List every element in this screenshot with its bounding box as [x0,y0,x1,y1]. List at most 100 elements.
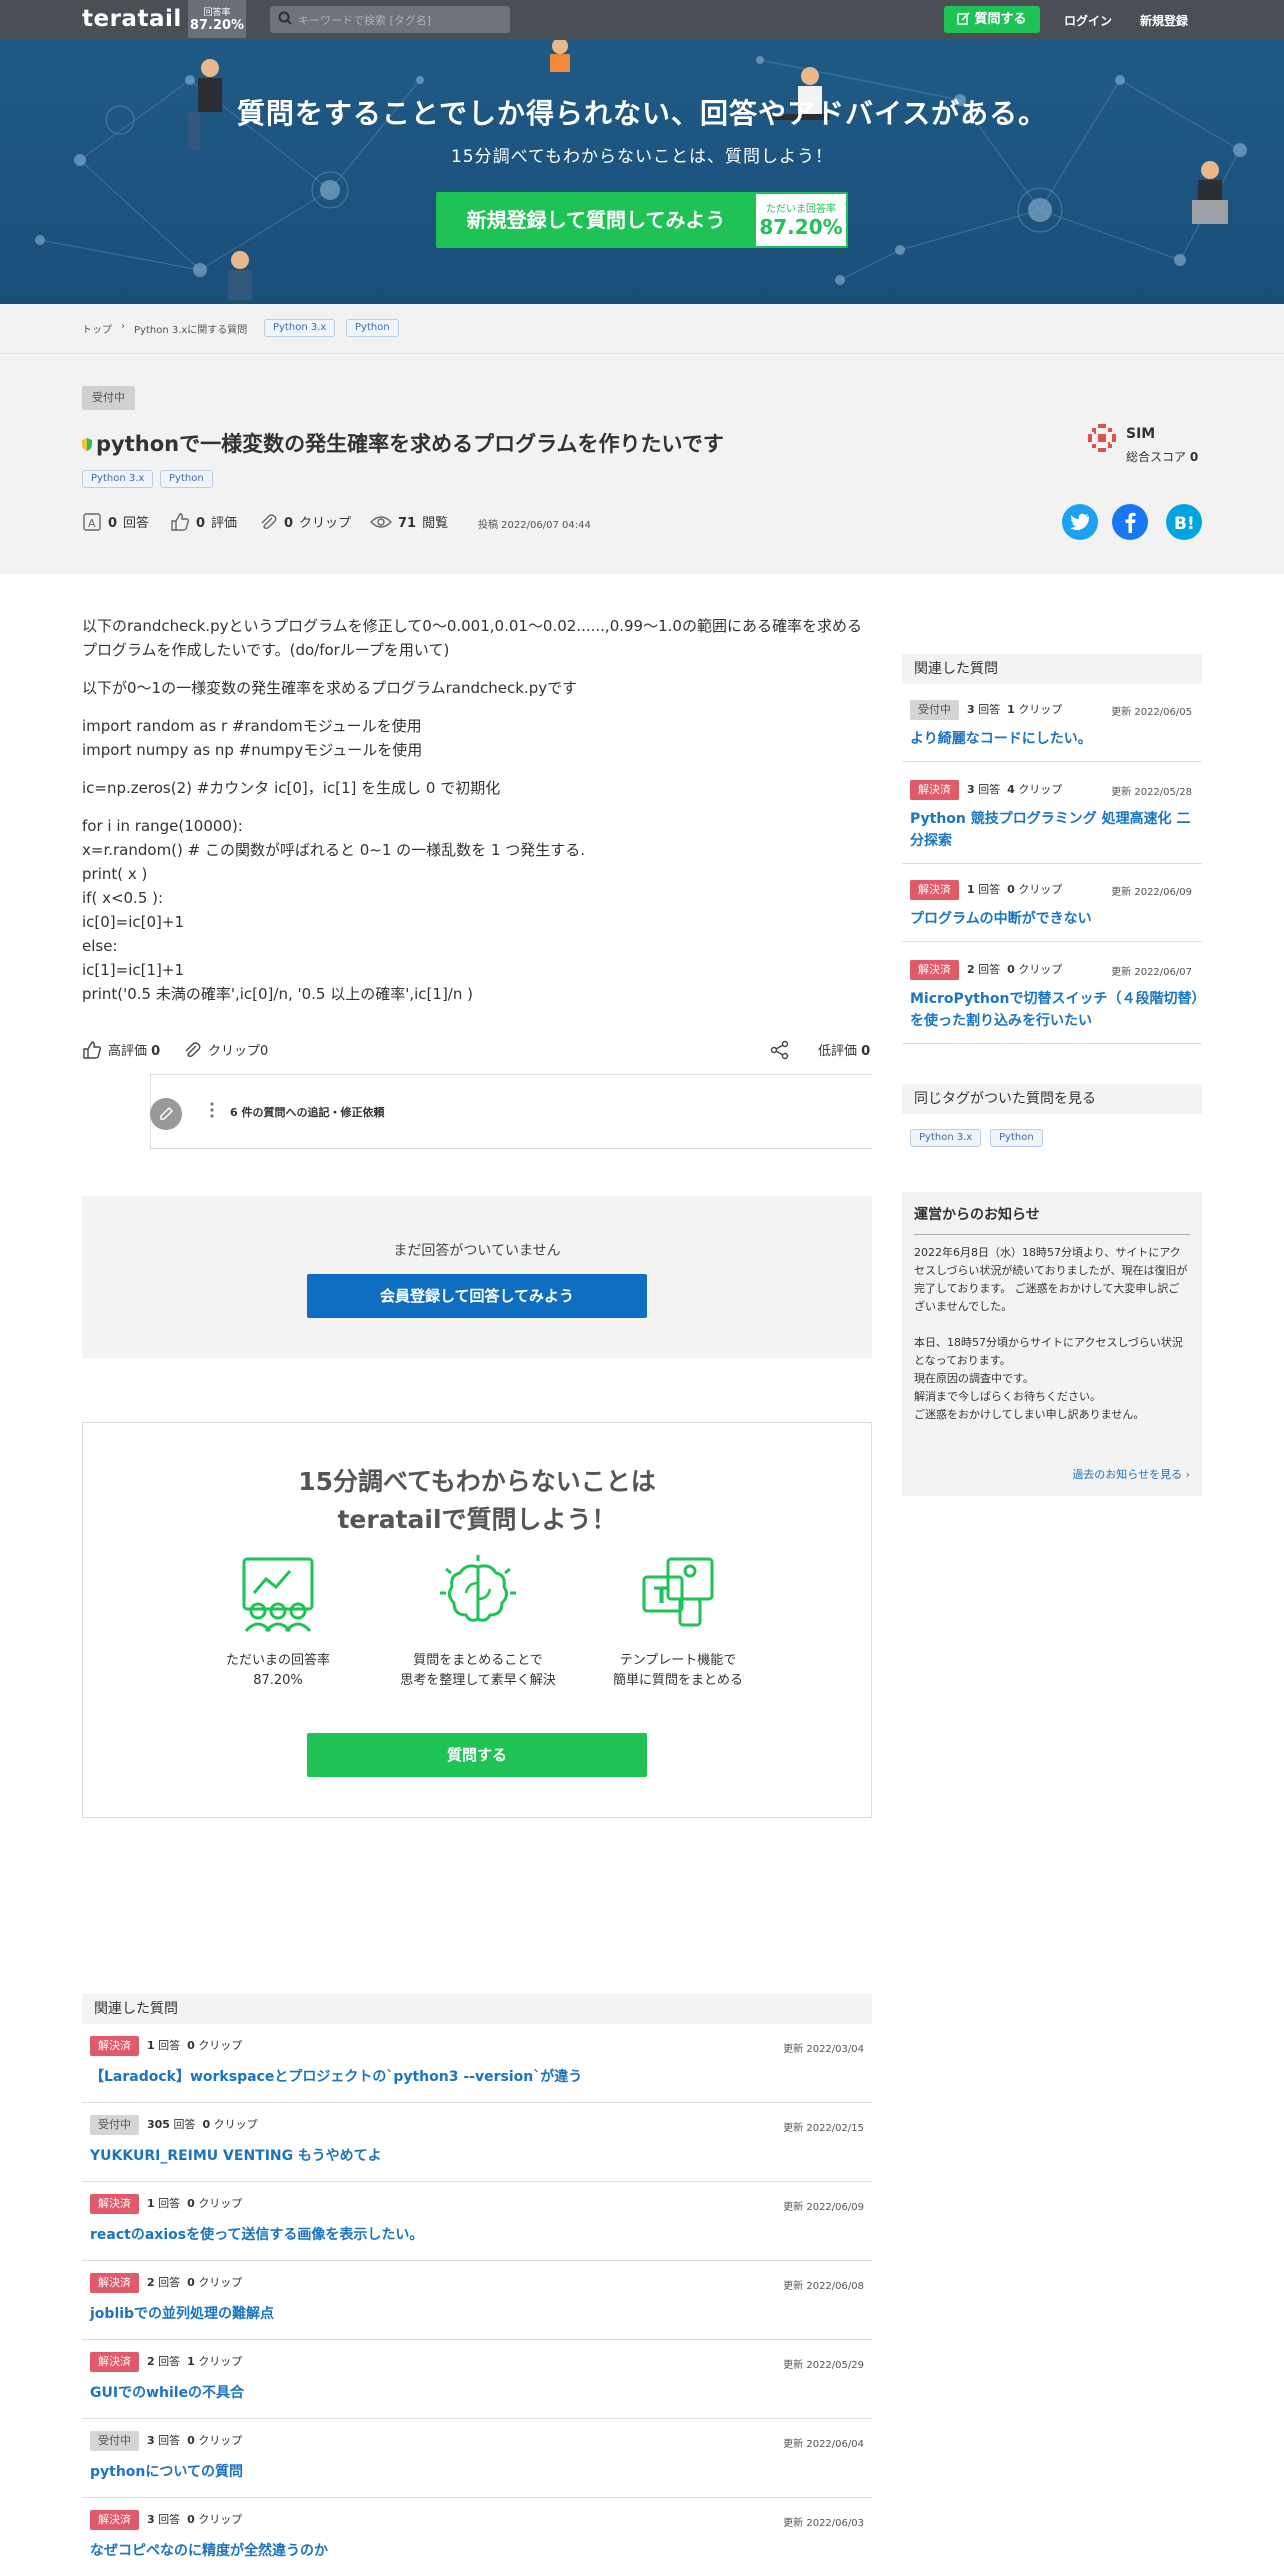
related-question[interactable]: 解決済 3 回答 4 クリップ 更新 2022/05/28 Python 競技プロ… [902,780,1202,864]
related-question[interactable]: 受付中 3 回答 1 クリップ 更新 2022/06/05 より綺麗なコードにした… [902,700,1202,762]
same-tag[interactable]: Python [990,1129,1043,1147]
status-badge: 受付中 [90,2431,139,2451]
login-link[interactable]: ログイン [1064,12,1112,29]
same-tag[interactable]: Python 3.x [910,1129,982,1147]
feature-caption: 質問をまとめることで [413,1653,543,1668]
hatena-share-button[interactable]: B! [1166,504,1202,540]
status-badge: 解決済 [910,880,959,900]
chevron-right-icon: › [1185,1468,1190,1481]
item-meta: 受付中 3 回答 0 クリップ [90,2431,242,2451]
related-question-title[interactable]: プログラムの中断ができない [910,908,1200,930]
clips-label: クリップ [1018,883,1063,896]
clips-count: 1 [1007,703,1015,716]
item-title[interactable]: reactのaxiosを使って送信する画像を表示したい。 [90,2224,423,2244]
breadcrumb-top[interactable]: トップ [82,321,112,336]
same-tag-heading[interactable]: 同じタグがついた質問を見る [902,1084,1202,1114]
share-button[interactable] [770,1040,796,1060]
notice-title: 運営からのお知らせ [914,1204,1190,1235]
status-badge: 受付中 [910,700,959,720]
breadcrumb-tag[interactable]: Python 3.x [264,319,336,337]
top-header: teratail 回答率 87.20% キーワードで検索 [タグ名] 質問する … [0,0,1284,40]
past-notices-link[interactable]: 過去のお知らせを見る › [1072,1466,1190,1482]
body-code: for i in range(10000): x=r.random() # この… [82,817,586,1003]
answers-label: 回答 [978,883,1001,896]
clips-count: 0 [1007,883,1015,896]
signup-link[interactable]: 新規登録 [1140,12,1188,29]
item-title[interactable]: 【Laradock】workspaceとプロジェクトの`python3 --ve… [90,2066,582,2086]
list-item[interactable]: 解決済 3 回答 0 クリップ 更新 2022/06/03 なぜコピペなのに精度が… [82,2498,872,2568]
item-title[interactable]: GUIでのwhileの不具合 [90,2382,244,2402]
item-title[interactable]: joblibでの並列処理の難解点 [90,2303,274,2323]
list-item[interactable]: 解決済 1 回答 0 クリップ 更新 2022/03/04 【Laradock】w… [82,2024,872,2103]
item-title[interactable]: pythonについての質問 [90,2461,243,2481]
item-title[interactable]: なぜコピペなのに精度が全然違うのか [90,2540,328,2560]
posted-date: 投稿 2022/06/07 04:44 [478,520,591,531]
related-question-title[interactable]: より綺麗なコードにしたい。 [910,728,1200,750]
views-stat: 71 閲覧 [370,512,448,532]
answers-count: 1 [967,883,975,896]
list-item[interactable]: 解決済 2 回答 1 クリップ 更新 2022/05/29 GUIでのwhileの… [82,2340,872,2419]
svg-text:A: A [88,517,96,530]
past-notices-label: 過去のお知らせを見る [1072,1468,1183,1481]
status-badge: 解決済 [910,780,959,800]
list-item[interactable]: 解決済 2 回答 0 クリップ 更新 2022/06/08 joblibでの並列処… [82,2261,872,2340]
list-item[interactable]: 解決済 1 回答 0 クリップ 更新 2022/06/09 reactのaxios… [82,2182,872,2261]
item-title[interactable]: YUKKURI_REIMU VENTING もうやめてよ [90,2145,382,2165]
teratail-logo[interactable]: teratail [82,6,182,32]
updated-date: 更新 2022/06/08 [783,2281,864,2292]
body-code: import random as r #randomモジュールを使用 impor… [82,717,423,759]
answers-label: 回答 [123,516,150,531]
answers-count: 0 [108,516,118,531]
related-meta: 解決済 3 回答 4 クリップ [910,780,1062,800]
question-tag[interactable]: Python [160,470,213,488]
related-question-title[interactable]: Python 競技プログラミング 処理高速化 二分探索 [910,808,1200,852]
updated-date: 更新 2022/05/29 [783,2360,864,2371]
shield-icon [82,438,92,451]
answer-signup-button[interactable]: 会員登録して回答してみよう [307,1274,647,1318]
answers-label: 回答 [158,2355,181,2368]
ask-question-button[interactable]: 質問する [944,6,1040,33]
paperclip-icon [261,514,277,530]
clips-label: クリップ [198,2276,243,2289]
avatar[interactable] [1086,422,1118,454]
hero-signup-button[interactable]: 新規登録して質問してみよう ただいま回答率 87.20% [436,192,848,248]
list-item[interactable]: 受付中 3 回答 0 クリップ 更新 2022/06/04 pythonについての… [82,2419,872,2498]
search-input[interactable]: キーワードで検索 [タグ名] [270,6,510,33]
low-rate-count: 0 [861,1044,871,1059]
high-rate-button[interactable]: 高評価 0 [82,1040,160,1060]
eye-icon [370,516,392,528]
hero-title: 質問をすることでしか得られない、回答やアドバイスがある。 [236,97,1048,130]
clips-label: クリップ [1018,783,1063,796]
more-icon[interactable] [210,1101,214,1119]
svg-text:B!: B! [1174,514,1195,534]
search-icon [278,11,292,25]
breadcrumb-category[interactable]: Python 3.xに関する質問 [134,321,247,336]
list-item[interactable]: 受付中 305 回答 0 クリップ 更新 2022/02/15 YUKKURI_R… [82,2103,872,2182]
clip-button[interactable]: クリップ0 [182,1040,268,1060]
answers-count: 1 [147,2039,155,2052]
related-question-title[interactable]: MicroPythonで切替スイッチ（４段階切替）を使った割り込みを行いたい [910,988,1200,1032]
breadcrumb-tag[interactable]: Python [346,319,399,337]
author-name[interactable]: SIM [1126,426,1155,442]
related-question[interactable]: 解決済 1 回答 0 クリップ 更新 2022/06/09 プログラムの中断ができ… [902,880,1202,942]
edit-request-link[interactable]: 6 件の質問への追記・修正依頼 [230,1104,384,1120]
answers-count: 305 [147,2118,170,2131]
clips-label: クリップ [198,2355,243,2368]
updated-date: 更新 2022/05/28 [1111,787,1192,798]
status-badge: 解決済 [90,2036,139,2056]
status-badge: 受付中 [82,386,135,410]
promo-ask-button[interactable]: 質問する [307,1733,647,1777]
question-tag[interactable]: Python 3.x [82,470,154,488]
facebook-share-button[interactable] [1112,504,1148,540]
edit-icon [957,12,971,25]
clips-count: 0 [202,2118,211,2131]
answers-label: 回答 [173,2118,196,2131]
low-rate-button[interactable]: 低評価 0 [818,1040,870,1059]
status-badge: 解決済 [90,2273,139,2293]
related-question[interactable]: 解決済 2 回答 0 クリップ 更新 2022/06/07 MicroPython… [902,960,1202,1044]
twitter-share-button[interactable] [1062,504,1098,540]
clips-label: クリップ [198,2434,243,2447]
network-illustration [35,40,1247,300]
updated-date: 更新 2022/06/07 [1111,967,1192,978]
breadcrumb: トップ › Python 3.xに関する質問 Python 3.x Python [0,304,1284,354]
